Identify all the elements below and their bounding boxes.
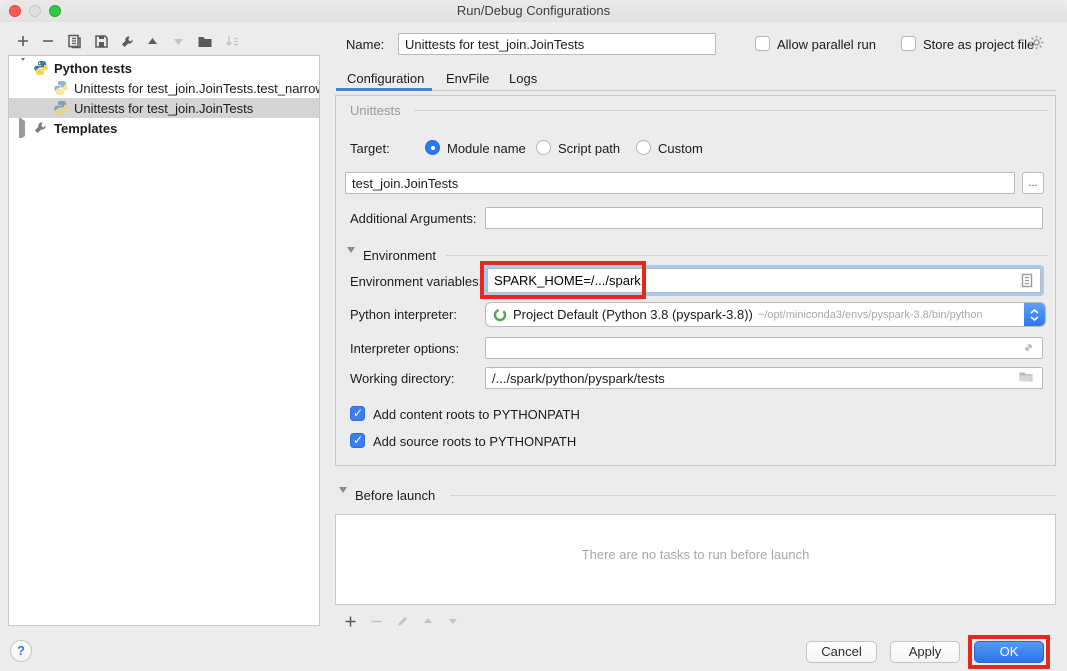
cancel-button[interactable]: Cancel [806,641,877,663]
tab-logs[interactable]: Logs [509,71,537,86]
allow-parallel-run-label: Allow parallel run [777,37,876,52]
title-bar: Run/Debug Configurations [0,0,1067,22]
environment-divider [446,255,1048,256]
module-name-input[interactable] [345,172,1015,194]
tree-item-label: Templates [54,121,117,136]
store-as-project-file-checkbox[interactable] [901,36,916,51]
environment-variables-label: Environment variables: [350,274,482,289]
interpreter-stepper-icon[interactable] [1024,303,1045,326]
working-directory-input[interactable] [485,367,1043,389]
run-debug-configurations-dialog: Run/Debug Configurations Python tests [0,0,1067,671]
save-configuration-icon[interactable] [92,32,110,50]
add-task-icon[interactable] [341,612,359,630]
move-task-up-icon [419,612,437,630]
apply-button[interactable]: Apply [890,641,960,663]
before-launch-collapse-caret[interactable] [339,493,347,511]
add-source-roots-label: Add source roots to PYTHONPATH [373,434,576,449]
interpreter-options-label: Interpreter options: [350,341,459,356]
python-interpreter-select[interactable]: Project Default (Python 3.8 (pyspark-3.8… [485,302,1046,327]
python-icon [33,60,49,76]
tab-divider [432,90,1056,91]
radio-module-name-label: Module name [447,141,526,156]
env-variables-browse-icon[interactable] [1020,273,1036,289]
active-tab-underline [336,88,432,91]
tree-item-config-selected[interactable]: Unittests for test_join.JoinTests [9,98,319,118]
collapsed-caret-icon[interactable] [19,121,29,136]
interpreter-value: Project Default (Python 3.8 (pyspark-3.8… [513,307,753,322]
highlight-box-environment-variables [480,261,646,299]
expanded-caret-icon[interactable] [19,61,29,76]
python-test-icon [53,100,69,116]
additional-arguments-input[interactable] [485,207,1043,229]
configurations-tree: Python tests Unittests for test_join.Joi… [8,55,320,626]
browse-module-button[interactable]: ... [1022,172,1044,194]
target-label: Target: [350,141,390,156]
before-launch-divider [450,495,1056,496]
folder-icon[interactable] [1018,370,1034,386]
store-as-project-file-label: Store as project file [923,37,1034,52]
interpreter-options-input[interactable] [485,337,1043,359]
move-down-icon [169,32,187,50]
tree-item-config-narrow[interactable]: Unittests for test_join.JoinTests.test_n… [9,78,319,98]
radio-script-path-label: Script path [558,141,620,156]
expand-field-icon[interactable] [1022,341,1038,357]
radio-module-name[interactable] [425,140,440,155]
additional-arguments-label: Additional Arguments: [350,211,476,226]
interpreter-path: ~/opt/miniconda3/envs/pyspark-3.8/bin/py… [758,309,1024,321]
help-button[interactable]: ? [10,640,32,662]
tab-configuration[interactable]: Configuration [347,71,424,86]
tree-item-templates[interactable]: Templates [9,118,319,138]
remove-configuration-icon[interactable] [39,32,57,50]
environment-section-title: Environment [363,248,436,263]
move-task-down-icon [444,612,462,630]
working-directory-label: Working directory: [350,371,455,386]
before-launch-tasks-panel: There are no tasks to run before launch [335,514,1056,605]
remove-task-icon [367,612,385,630]
environment-collapse-caret[interactable] [347,253,355,271]
new-folder-icon[interactable] [196,32,214,50]
add-source-roots-checkbox[interactable] [350,433,365,448]
sort-configurations-icon [223,32,241,50]
radio-custom-label: Custom [658,141,703,156]
highlight-box-ok-button [968,635,1050,669]
allow-parallel-run-checkbox[interactable] [755,36,770,51]
templates-wrench-icon [33,120,49,136]
radio-script-path[interactable] [536,140,551,155]
add-content-roots-checkbox[interactable] [350,406,365,421]
edit-templates-icon[interactable] [118,32,136,50]
add-configuration-icon[interactable] [14,32,32,50]
name-label: Name: [346,37,384,52]
radio-custom[interactable] [636,140,651,155]
before-launch-title: Before launch [355,488,435,503]
tree-item-label: Python tests [54,61,132,76]
python-test-icon [53,80,69,96]
before-launch-empty-text: There are no tasks to run before launch [336,547,1055,562]
tree-item-label: Unittests for test_join.JoinTests [74,101,253,116]
python-interpreter-label: Python interpreter: [350,307,457,322]
tree-item-python-tests[interactable]: Python tests [9,58,319,78]
name-input[interactable] [398,33,716,55]
move-up-icon[interactable] [143,32,161,50]
edit-task-icon [393,612,411,630]
conda-env-icon [493,308,507,322]
gear-icon[interactable] [1028,34,1045,51]
unittests-group-title: Unittests [350,103,401,118]
group-divider [414,110,1048,111]
tab-envfile[interactable]: EnvFile [446,71,489,86]
window-title: Run/Debug Configurations [0,3,1067,18]
add-content-roots-label: Add content roots to PYTHONPATH [373,407,580,422]
copy-configuration-icon[interactable] [65,32,83,50]
tree-item-label: Unittests for test_join.JoinTests.test_n… [74,81,319,96]
